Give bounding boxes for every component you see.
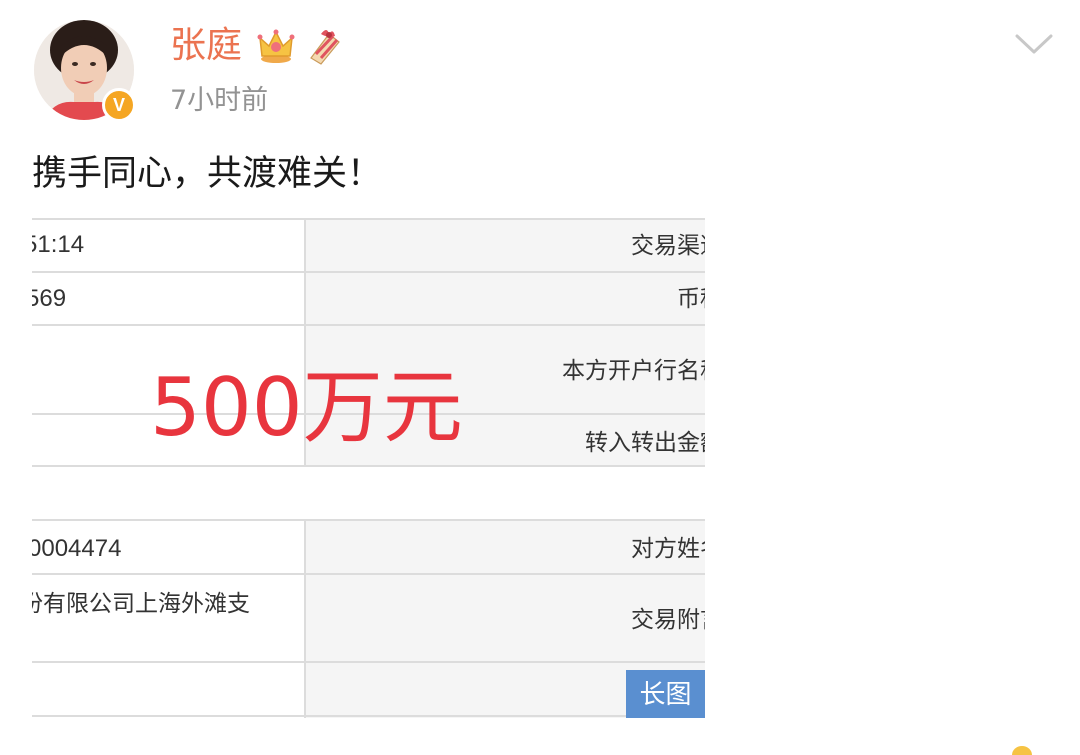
author-name[interactable]: 张庭: [170, 24, 242, 68]
post-image[interactable]: 51:14 569 0004474 份有限公司上海外滩支 交易渠道 币种 本方开…: [32, 218, 705, 718]
table-divider: [32, 218, 705, 220]
crown-icon[interactable]: [256, 26, 296, 66]
table-cell: [306, 272, 705, 325]
table-divider: [32, 573, 705, 575]
post-text: 携手同心，共渡难关！: [32, 154, 383, 194]
table-cell-value: 51:14: [32, 231, 85, 258]
table-cell-value: 569: [32, 285, 67, 312]
table-cell-label: 转入转出金额: [585, 430, 705, 456]
table-cell-label: 交易附言: [631, 607, 705, 633]
table-cell-value: 份有限公司上海外滩支: [32, 591, 250, 617]
table-divider: [32, 519, 705, 521]
long-image-badge[interactable]: 长图: [626, 670, 705, 718]
table-divider: [32, 465, 705, 467]
table-cell-label: 币种: [677, 286, 705, 312]
overlay-amount: 500万元: [150, 361, 463, 454]
table-divider: [32, 324, 705, 326]
table-divider: [32, 661, 705, 663]
gift-icon[interactable]: [303, 24, 345, 66]
partial-emoji-icon: [1012, 746, 1032, 755]
table-cell-label: 对方姓名: [631, 536, 705, 562]
verified-icon: V: [102, 88, 136, 122]
chevron-down-icon[interactable]: [1014, 30, 1054, 58]
weibo-post: V 张庭 7小时前 携手同心，共渡难关！ 1:14 569 0004474 份有…: [0, 0, 1080, 755]
post-timestamp[interactable]: 7小时前: [170, 84, 268, 118]
table-cell-label: 交易渠道: [631, 233, 705, 259]
table-divider: [304, 519, 306, 718]
table-cell-value: 0004474: [32, 535, 122, 562]
table-divider: [32, 715, 705, 717]
table-divider: [32, 271, 705, 273]
table-cell-label: 本方开户行名称: [562, 358, 705, 384]
